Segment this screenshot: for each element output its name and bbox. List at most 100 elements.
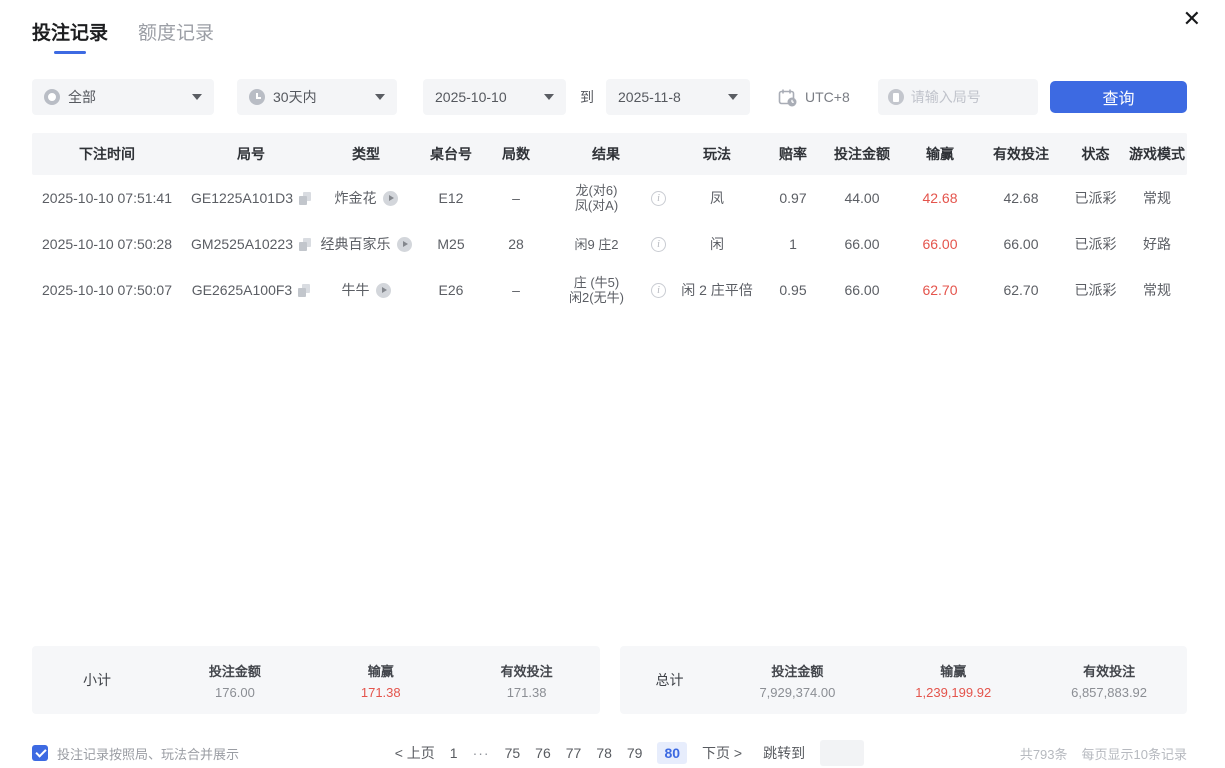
play-video-icon[interactable] (383, 191, 398, 206)
col-bet-amount: 投注金额 (822, 144, 902, 164)
summary-section: 小计 投注金额 176.00 输赢 171.38 有效投注 171.38 总计 … (32, 646, 1187, 714)
cell-game-type: 炸金花 (320, 188, 412, 208)
cell-round-id: GE2625A100F3 (182, 282, 320, 298)
category-select-value: 全部 (68, 87, 96, 107)
cell-round-count: 28 (490, 236, 542, 252)
page-button-80-current[interactable]: 80 (657, 742, 687, 764)
calendar-clock-icon (778, 88, 797, 107)
table-empty-area (32, 313, 1187, 646)
modal-content: 投注记录 额度记录 全部 30天内 2025-10-10 到 (0, 0, 1225, 766)
cell-status: 已派彩 (1064, 188, 1127, 208)
bet-records-modal: ✕ 投注记录 额度记录 全部 30天内 2025-10-10 (0, 0, 1225, 768)
round-search-input[interactable] (911, 89, 1021, 105)
col-bet-time: 下注时间 (32, 144, 182, 164)
page-button-75[interactable]: 75 (505, 745, 521, 761)
subtotal-bet-amount: 投注金额 176.00 (162, 661, 308, 700)
timezone-control[interactable]: UTC+8 (778, 88, 850, 107)
copy-icon[interactable] (298, 284, 310, 297)
total-records-text: 共793条 (1020, 744, 1068, 763)
timezone-label: UTC+8 (805, 89, 850, 105)
cell-win-loss: 66.00 (902, 236, 978, 252)
page-button-77[interactable]: 77 (566, 745, 582, 761)
chevron-down-icon (544, 94, 554, 100)
next-page-button[interactable]: 下页 > (702, 743, 742, 763)
info-icon[interactable]: i (651, 191, 666, 206)
col-odds: 赔率 (764, 144, 822, 164)
col-game-mode: 游戏模式 (1127, 144, 1187, 164)
footer-bar: 投注记录按照局、玩法合并展示 < 上页 1 ··· 75 76 77 78 79… (32, 740, 1187, 766)
date-to-select[interactable]: 2025-11-8 (606, 79, 750, 115)
page-button-76[interactable]: 76 (535, 745, 551, 761)
table-row: 2025-10-10 07:50:07 GE2625A100F3 牛牛 E26 … (32, 267, 1187, 313)
query-button[interactable]: 查询 (1050, 81, 1187, 113)
date-from-value: 2025-10-10 (435, 89, 507, 105)
tab-bet-records-label: 投注记录 (32, 23, 108, 44)
tab-bet-records[interactable]: 投注记录 (32, 18, 108, 54)
game-type-text: 经典百家乐 (321, 234, 391, 254)
info-icon[interactable]: i (651, 237, 666, 252)
jump-page-input[interactable] (820, 740, 864, 766)
cell-odds: 1 (764, 236, 822, 252)
time-range-select[interactable]: 30天内 (237, 79, 397, 115)
page-button-79[interactable]: 79 (627, 745, 643, 761)
cell-bet-time: 2025-10-10 07:50:07 (32, 282, 182, 298)
cell-round-count: – (490, 190, 542, 206)
jump-to-label: 跳转到 (763, 743, 805, 763)
col-result: 结果 (542, 144, 670, 164)
col-status: 状态 (1064, 144, 1127, 164)
cell-game-mode: 好路 (1127, 234, 1187, 254)
total-label: 总计 (620, 670, 720, 690)
chevron-down-icon (192, 94, 202, 100)
copy-icon[interactable] (299, 238, 311, 251)
col-valid-bet: 有效投注 (978, 144, 1064, 164)
cell-game-type: 牛牛 (320, 280, 412, 300)
result-text: 龙(对6) 凤(对A) (542, 183, 651, 213)
result-text: 庄 (牛5) 闲2(无牛) (542, 275, 651, 305)
cell-odds: 0.97 (764, 190, 822, 206)
copy-icon[interactable] (299, 192, 311, 205)
cell-odds: 0.95 (764, 282, 822, 298)
table-row: 2025-10-10 07:50:28 GM2525A10223 经典百家乐 M… (32, 221, 1187, 267)
cell-play-type: 凤 (670, 188, 764, 208)
round-id-text: GM2525A10223 (191, 236, 293, 252)
page-button-78[interactable]: 78 (596, 745, 612, 761)
merge-checkbox[interactable] (32, 745, 48, 761)
play-video-icon[interactable] (397, 237, 412, 252)
cell-game-mode: 常规 (1127, 280, 1187, 300)
cell-round-count: – (490, 282, 542, 298)
col-round-count: 局数 (490, 144, 542, 164)
round-id-text: GE1225A101D3 (191, 190, 293, 206)
date-from-select[interactable]: 2025-10-10 (423, 79, 566, 115)
cell-game-type: 经典百家乐 (320, 234, 412, 254)
cell-game-mode: 常规 (1127, 188, 1187, 208)
category-select[interactable]: 全部 (32, 79, 214, 115)
total-bet-amount: 投注金额 7,929,374.00 (720, 661, 876, 700)
cell-bet-amount: 66.00 (822, 282, 902, 298)
date-range-to-label: 到 (580, 87, 594, 107)
merge-toggle[interactable]: 投注记录按照局、玩法合并展示 (32, 744, 239, 763)
close-icon[interactable]: ✕ (1183, 8, 1201, 30)
subtotal-valid-bet: 有效投注 171.38 (454, 661, 600, 700)
round-search-field[interactable] (878, 79, 1038, 115)
prev-page-button[interactable]: < 上页 (395, 743, 435, 763)
chevron-down-icon (728, 94, 738, 100)
chip-icon (44, 89, 60, 105)
game-type-text: 牛牛 (342, 280, 370, 300)
cell-bet-time: 2025-10-10 07:50:28 (32, 236, 182, 252)
cell-valid-bet: 62.70 (978, 282, 1064, 298)
game-type-text: 炸金花 (335, 188, 377, 208)
cell-result: 闲9 庄2 i (542, 237, 670, 252)
table-row: 2025-10-10 07:51:41 GE1225A101D3 炸金花 E12… (32, 175, 1187, 221)
info-icon[interactable]: i (651, 283, 666, 298)
round-id-text: GE2625A100F3 (192, 282, 292, 298)
play-video-icon[interactable] (376, 283, 391, 298)
cell-result: 庄 (牛5) 闲2(无牛) i (542, 275, 670, 305)
col-table-no: 桌台号 (412, 144, 490, 164)
tab-quota-records[interactable]: 额度记录 (138, 18, 214, 54)
cell-bet-amount: 66.00 (822, 236, 902, 252)
total-panel: 总计 投注金额 7,929,374.00 输赢 1,239,199.92 有效投… (620, 646, 1188, 714)
table-header: 下注时间 局号 类型 桌台号 局数 结果 玩法 赔率 投注金额 输赢 有效投注 … (32, 133, 1187, 175)
page-button-1[interactable]: 1 (450, 745, 458, 761)
cell-table-no: E26 (412, 282, 490, 298)
cell-round-id: GM2525A10223 (182, 236, 320, 252)
